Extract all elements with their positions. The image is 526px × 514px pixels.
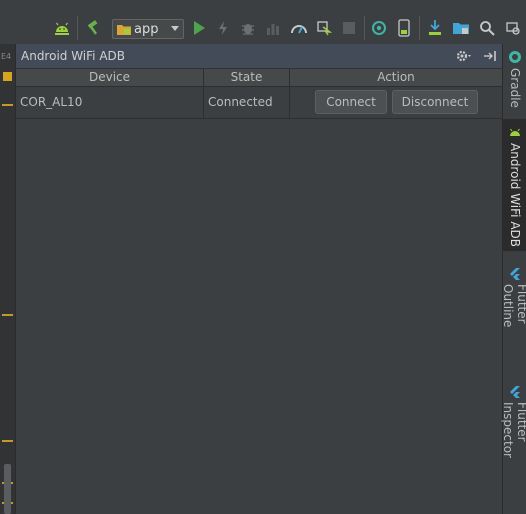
android-icon[interactable] bbox=[51, 17, 73, 39]
toolbar-separator bbox=[364, 16, 365, 40]
debug-icon[interactable] bbox=[237, 17, 259, 39]
apply-changes-icon[interactable] bbox=[212, 17, 234, 39]
tab-flutter-inspector[interactable]: Flutter Inspector bbox=[501, 384, 526, 496]
toolbar-separator bbox=[77, 16, 78, 40]
android-wifi-adb-panel: Android WiFi ADB Device State Action COR… bbox=[16, 44, 502, 514]
tab-label: Flutter Outline bbox=[501, 284, 526, 328]
column-header-action[interactable]: Action bbox=[290, 69, 502, 86]
profile-icon[interactable] bbox=[262, 17, 284, 39]
table-row[interactable]: COR_AL10 Connected Connect Disconnect bbox=[16, 87, 502, 119]
run-icon[interactable] bbox=[188, 17, 210, 39]
toolbar-separator bbox=[419, 16, 420, 40]
chevron-down-icon bbox=[171, 26, 179, 31]
column-header-state[interactable]: State bbox=[204, 69, 290, 86]
tab-flutter-outline[interactable]: Flutter Outline bbox=[501, 266, 526, 368]
tab-label: Flutter Inspector bbox=[501, 402, 526, 458]
editor-gutter: E4 bbox=[0, 44, 16, 514]
panel-header: Android WiFi ADB bbox=[16, 44, 502, 69]
right-tool-window-bar: Gradle Android WiFi ADB Flutter Outline bbox=[501, 44, 526, 514]
flutter-icon bbox=[508, 386, 522, 398]
hammer-icon[interactable] bbox=[82, 17, 104, 39]
layout-inspector-icon[interactable] bbox=[502, 17, 524, 39]
hide-icon[interactable] bbox=[482, 48, 498, 64]
state-cell: Connected bbox=[204, 87, 290, 118]
gutter-label: E4 bbox=[1, 52, 12, 61]
flutter-icon bbox=[508, 268, 522, 280]
disconnect-button[interactable]: Disconnect bbox=[392, 90, 478, 114]
main-toolbar: app bbox=[0, 0, 526, 44]
gutter-marker[interactable] bbox=[2, 314, 13, 316]
sdk-manager-icon[interactable] bbox=[424, 17, 446, 39]
run-configuration-dropdown[interactable]: app bbox=[112, 19, 184, 39]
column-header-device[interactable]: Device bbox=[16, 69, 204, 86]
folder-icon bbox=[116, 23, 132, 36]
stop-icon[interactable] bbox=[338, 17, 360, 39]
attach-device-icon[interactable] bbox=[313, 17, 335, 39]
table-header: Device State Action bbox=[16, 69, 502, 87]
tab-android-wifi-adb[interactable]: Android WiFi ADB bbox=[503, 119, 526, 251]
device-cell: COR_AL10 bbox=[16, 87, 204, 118]
gear-icon[interactable] bbox=[456, 48, 472, 64]
tab-label: Gradle bbox=[508, 68, 522, 108]
tab-gradle[interactable]: Gradle bbox=[503, 48, 526, 116]
project-structure-icon[interactable] bbox=[450, 17, 472, 39]
connect-button[interactable]: Connect bbox=[315, 90, 387, 114]
gradle-icon bbox=[508, 50, 522, 64]
sync-icon[interactable] bbox=[368, 17, 390, 39]
android-icon bbox=[508, 127, 522, 139]
run-configuration-label: app bbox=[134, 21, 159, 37]
search-icon[interactable] bbox=[476, 17, 498, 39]
attach-debugger-icon[interactable] bbox=[288, 17, 310, 39]
scrollbar-thumb[interactable] bbox=[4, 464, 11, 514]
avd-manager-icon[interactable] bbox=[393, 17, 415, 39]
gutter-marker[interactable] bbox=[2, 104, 13, 106]
gutter-marker[interactable] bbox=[2, 440, 13, 442]
action-cell: Connect Disconnect bbox=[290, 87, 502, 118]
panel-title: Android WiFi ADB bbox=[21, 49, 126, 63]
warning-marker[interactable] bbox=[3, 72, 12, 81]
tab-label: Android WiFi ADB bbox=[508, 143, 522, 248]
